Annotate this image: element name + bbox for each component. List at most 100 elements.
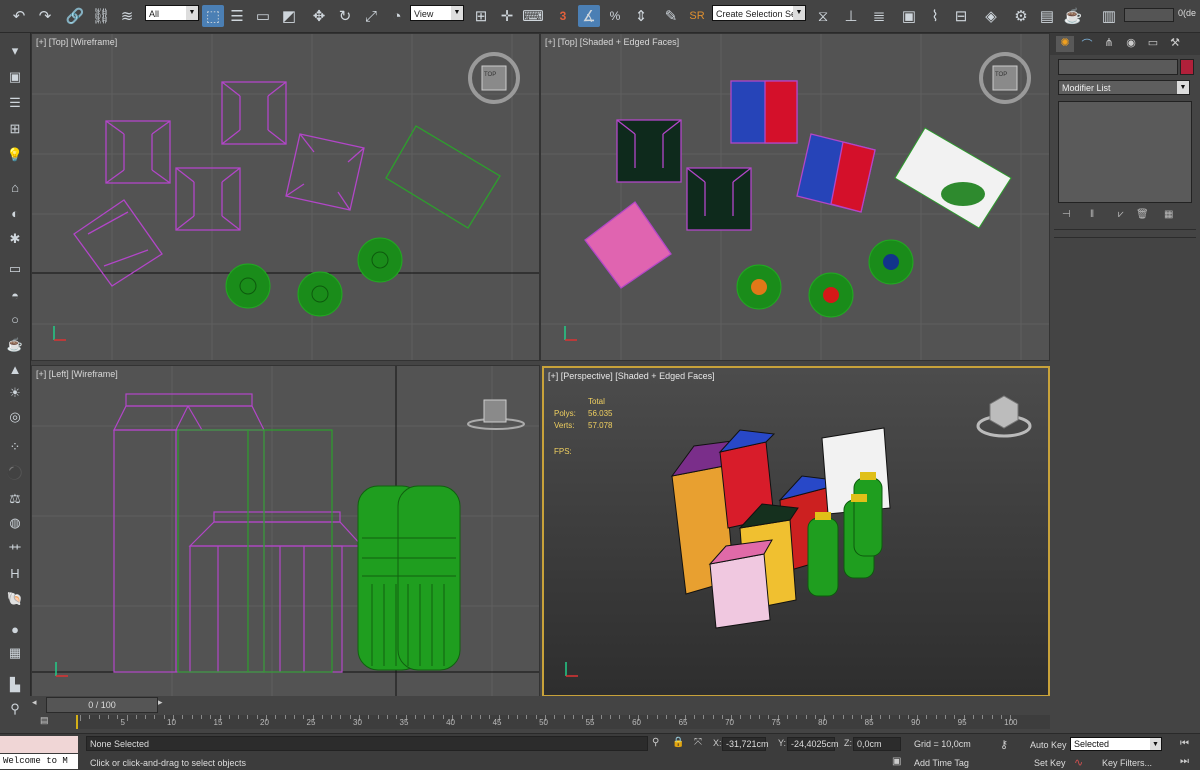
angle-snap-icon[interactable]: ∡ <box>578 5 600 27</box>
grass-icon[interactable]: ⺾ <box>4 539 26 559</box>
scale-icon[interactable]: ⤢ <box>360 5 382 27</box>
dome-icon[interactable]: ◓ <box>4 285 26 305</box>
box-icon[interactable]: ▭ <box>4 259 26 279</box>
object-color-swatch[interactable] <box>1180 59 1194 75</box>
render-teapot-icon[interactable]: ☕ <box>1062 5 1084 27</box>
key-set-select[interactable]: Selected ▼ <box>1070 737 1162 751</box>
create-tab-sun-icon[interactable]: ✺ <box>1056 36 1074 52</box>
go-to-start-icon[interactable]: ⏮ <box>1180 738 1189 749</box>
move-icon[interactable]: ✥ <box>308 5 330 27</box>
auto-key-button[interactable]: Auto Key <box>1030 740 1067 750</box>
time-slider[interactable]: 0 / 100 <box>46 697 158 713</box>
link-icon[interactable]: 🔗 <box>64 5 86 27</box>
make-unique-icon[interactable]: ⩗ <box>1118 209 1124 220</box>
spacewarp-icon[interactable]: ✱ <box>4 229 26 249</box>
object-name-field[interactable] <box>1058 59 1178 75</box>
spinner-snap-icon[interactable]: ⇕ <box>630 5 652 27</box>
pin-stack-icon[interactable]: ⊣ <box>1062 209 1071 220</box>
select-by-name-icon[interactable]: ☰ <box>226 5 248 27</box>
redo-icon[interactable]: ↷ <box>34 5 56 27</box>
z-coordinate-field[interactable]: 0,0cm <box>853 737 901 751</box>
next-frame-icon[interactable]: ▸ <box>158 697 170 711</box>
manipulate-icon[interactable]: ✛ <box>496 5 518 27</box>
named-selection-set-select[interactable]: Create Selection Se ▼ <box>712 5 806 21</box>
window-crossing-icon[interactable]: ◩ <box>278 5 300 27</box>
key-curve-icon[interactable]: ∿ <box>1074 756 1083 769</box>
modifier-list-select[interactable]: Modifier List ▼ <box>1058 80 1190 95</box>
rotate-icon[interactable]: ↻ <box>334 5 356 27</box>
helper-icon[interactable]: ◐ <box>4 203 26 223</box>
viewcube-top-left[interactable] <box>468 52 520 104</box>
viewcube-left[interactable] <box>467 399 525 430</box>
configure-sets-icon[interactable]: ▦ <box>1164 209 1173 220</box>
undo-icon[interactable]: ↶ <box>8 5 30 27</box>
scene-explorer-icon[interactable]: ▾ <box>4 41 26 61</box>
ball-icon[interactable]: ● <box>4 619 26 639</box>
constraint-icon[interactable]: ⚖ <box>4 489 26 509</box>
maxscript-listener-top[interactable] <box>0 736 78 753</box>
next-key-icon[interactable]: ⏭ <box>1180 756 1189 767</box>
grid-icon[interactable]: ⊞ <box>4 119 26 139</box>
rendered-frame-icon[interactable]: ▤ <box>1036 5 1058 27</box>
snaps-toggle-icon[interactable]: 3 <box>552 5 574 27</box>
slider-field[interactable] <box>1124 8 1174 22</box>
key-icon[interactable]: ⚷ <box>1000 738 1008 751</box>
display-tab-icon[interactable]: ▭ <box>1144 36 1162 52</box>
particle-icon[interactable]: ⁘ <box>4 437 26 457</box>
x-coordinate-field[interactable]: -31,721cm <box>722 737 769 751</box>
time-tag-icon[interactable]: ▣ <box>892 756 901 767</box>
isolate-icon[interactable]: ⚲ <box>652 737 659 748</box>
percent-snap-icon[interactable]: % <box>604 5 626 27</box>
rect-selection-icon[interactable]: ▭ <box>252 5 274 27</box>
layer-manager-icon[interactable]: ≣ <box>868 5 890 27</box>
pivot-center-icon[interactable]: ⊞ <box>470 5 492 27</box>
lock-icon[interactable]: ⚲ <box>4 699 26 719</box>
placement-icon[interactable]: ◔ <box>386 5 408 27</box>
y-coordinate-field[interactable]: -24,4025cm <box>787 737 839 751</box>
viewport-label[interactable]: [+] [Top] [Shaded + Edged Faces] <box>545 37 679 47</box>
selection-filter-select[interactable]: All ▼ <box>145 5 199 21</box>
select-object-icon[interactable]: ⬚ <box>202 5 224 27</box>
motion-tab-icon[interactable]: ◉ <box>1122 36 1140 52</box>
list-icon[interactable]: ☰ <box>4 93 26 113</box>
globe-icon[interactable]: ◍ <box>4 513 26 533</box>
align-icon[interactable]: ⊥ <box>840 5 862 27</box>
track-mini-icon[interactable]: ▤ <box>40 715 58 727</box>
material-editor-icon[interactable]: ◈ <box>980 5 1002 27</box>
cone-icon[interactable]: ▲ <box>4 359 26 379</box>
torus-icon[interactable]: ◎ <box>4 407 26 427</box>
sr-snap-icon[interactable]: SR <box>686 5 708 27</box>
dynamics-icon[interactable]: ⚫ <box>4 463 26 483</box>
abc-edit-icon[interactable]: ✎ <box>660 5 682 27</box>
calculator-icon[interactable]: ▦ <box>4 643 26 663</box>
viewport-label[interactable]: [+] [Top] [Wireframe] <box>36 37 117 47</box>
selection-lock-icon[interactable]: 🔒 <box>672 737 684 748</box>
mirror-icon[interactable]: ⧖ <box>812 5 834 27</box>
viewport-left-wireframe[interactable]: [+] [Left] [Wireframe] <box>31 365 540 697</box>
sun-icon[interactable]: ☀ <box>4 383 26 403</box>
hierarchy-tab-icon[interactable]: ⋔ <box>1100 36 1118 52</box>
key-filters-button[interactable]: Key Filters... <box>1102 758 1152 768</box>
remove-modifier-icon[interactable]: 🗑 <box>1136 209 1149 220</box>
set-key-button[interactable]: Set Key <box>1034 758 1066 768</box>
add-time-tag-button[interactable]: Add Time Tag <box>914 758 969 768</box>
curve-editor-icon[interactable]: ⌇ <box>924 5 946 27</box>
show-end-result-icon[interactable]: ‖ <box>1090 209 1094 220</box>
light-icon[interactable]: 💡 <box>4 145 26 165</box>
schematic-view-icon[interactable]: ⊟ <box>950 5 972 27</box>
viewcube-top-right[interactable] <box>979 52 1031 104</box>
viewcube-perspective[interactable] <box>976 395 1032 438</box>
viewport-perspective[interactable]: [+] [Perspective] [Shaded + Edged Faces]… <box>542 366 1050 697</box>
modify-tab-bend-icon[interactable]: ⌒ <box>1078 36 1096 52</box>
absolute-mode-icon[interactable]: ⤧ <box>694 737 702 748</box>
hf-icon[interactable]: H <box>4 563 26 583</box>
camera-icon[interactable]: ⌂ <box>4 177 26 197</box>
viewport-icon[interactable]: ▣ <box>4 67 26 87</box>
teapot-icon[interactable]: ☕ <box>4 335 26 355</box>
viewport-top-shaded[interactable]: [+] [Top] [Shaded + Edged Faces] TOP <box>540 33 1050 361</box>
viewport-top-wireframe[interactable]: [+] [Top] [Wireframe] TOP <box>31 33 540 361</box>
viewport-label[interactable]: [+] [Perspective] [Shaded + Edged Faces] <box>548 371 715 381</box>
render-setup-icon[interactable]: ⚙ <box>1010 5 1032 27</box>
timeline-track[interactable]: 5 10 15 20 25 30 35 40 45 50 55 60 65 70 75 80 85 90 95 100 <box>76 715 1050 729</box>
unlink-icon[interactable]: ⛓ <box>90 5 112 27</box>
